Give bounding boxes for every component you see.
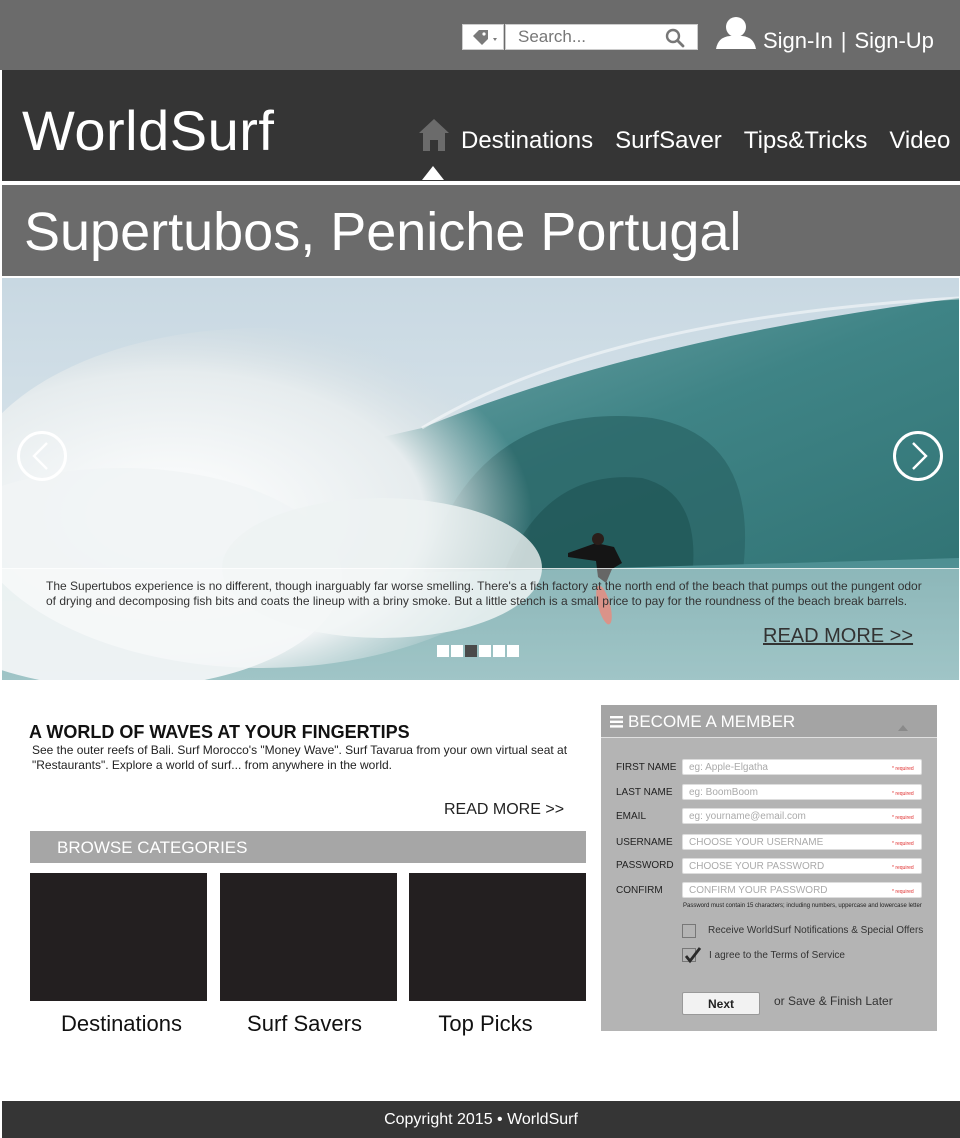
hero-slider: The Supertubos experience is no differen… [2, 278, 959, 680]
site-footer: Copyright 2015 • WorldSurf [2, 1101, 960, 1138]
sign-in-link[interactable]: Sign-In [763, 28, 833, 54]
intro-heading: A WORLD OF WAVES AT YOUR FINGERTIPS [29, 722, 410, 742]
slide-dot[interactable] [437, 645, 449, 657]
main-nav: Destinations SurfSaver Tips&Tricks Video [461, 127, 950, 155]
member-panel-header: BECOME A MEMBER [601, 705, 937, 738]
site-logo[interactable]: WorldSurf [22, 98, 274, 163]
home-icon[interactable] [418, 118, 450, 152]
auth-separator: | [840, 28, 847, 53]
notifications-checkbox[interactable] [682, 924, 696, 938]
collapse-icon[interactable] [898, 725, 908, 731]
browse-categories-title: BROWSE CATEGORIES [57, 838, 248, 857]
notifications-label: Receive WorldSurf Notifications & Specia… [708, 925, 924, 936]
auth-links: Sign-In | Sign-Up [763, 28, 934, 54]
search-icon[interactable] [665, 28, 685, 48]
member-signup-panel: BECOME A MEMBER FIRST NAME * required LA… [601, 705, 937, 1031]
intro-read-more-link[interactable]: READ MORE >> [444, 801, 564, 819]
slide-dot[interactable] [507, 645, 519, 657]
site-header: WorldSurf Destinations SurfSaver Tips&Tr… [2, 70, 960, 181]
title-bar: Supertubos, Peniche Portugal [2, 183, 960, 276]
terms-label: I agree to the Terms of Service [709, 950, 845, 961]
required-indicator: * required [892, 865, 914, 871]
save-finish-later-link[interactable]: or Save & Finish Later [774, 994, 893, 1008]
sign-up-link[interactable]: Sign-Up [854, 28, 933, 54]
username-field[interactable] [682, 834, 922, 850]
category-label-destinations[interactable]: Destinations [33, 1011, 210, 1037]
category-tile-destinations[interactable] [30, 873, 207, 1001]
user-icon [716, 17, 756, 49]
member-panel-title: BECOME A MEMBER [628, 712, 796, 731]
last-name-field[interactable] [682, 784, 922, 800]
email-label: EMAIL [616, 811, 647, 822]
search-box [505, 24, 698, 50]
terms-checkbox[interactable] [682, 947, 702, 964]
first-name-field[interactable] [682, 759, 922, 775]
email-field[interactable] [682, 808, 922, 824]
menu-icon [610, 716, 623, 728]
chevron-left-icon [32, 442, 48, 470]
confirm-password-label: CONFIRM [616, 885, 663, 896]
required-indicator: * required [892, 815, 914, 821]
page-title: Supertubos, Peniche Portugal [24, 202, 742, 262]
required-indicator: * required [892, 791, 914, 797]
password-requirements-note: Password must contain 15 characters; inc… [683, 903, 922, 909]
active-nav-indicator [422, 166, 444, 180]
slide-dot[interactable] [493, 645, 505, 657]
tag-filter-button[interactable] [462, 24, 504, 50]
checkmark-icon [684, 947, 702, 964]
username-label: USERNAME [616, 837, 673, 848]
category-label-surf-savers[interactable]: Surf Savers [216, 1011, 393, 1037]
next-button[interactable]: Next [682, 992, 760, 1015]
slide-dot[interactable] [479, 645, 491, 657]
required-indicator: * required [892, 766, 914, 772]
category-tile-top-picks[interactable] [409, 873, 586, 1001]
slide-dot[interactable] [465, 645, 477, 657]
category-tile-surf-savers[interactable] [220, 873, 397, 1001]
copyright-text: Copyright 2015 • WorldSurf [384, 1111, 578, 1128]
chevron-right-icon [912, 442, 928, 470]
tag-icon [473, 30, 497, 45]
confirm-password-field[interactable] [682, 882, 922, 898]
next-slide-button[interactable] [893, 431, 943, 481]
hero-read-more-link[interactable]: READ MORE >> [763, 625, 913, 648]
nav-destinations[interactable]: Destinations [461, 127, 593, 155]
slide-indicators [437, 645, 519, 657]
password-label: PASSWORD [616, 860, 674, 871]
top-utility-bar: Sign-In | Sign-Up [0, 0, 960, 70]
required-indicator: * required [892, 889, 914, 895]
slide-dot[interactable] [451, 645, 463, 657]
category-label-top-picks[interactable]: Top Picks [397, 1011, 574, 1037]
search-input[interactable] [506, 25, 666, 49]
last-name-label: LAST NAME [616, 787, 673, 798]
prev-slide-button[interactable] [17, 431, 67, 481]
password-field[interactable] [682, 858, 922, 874]
required-indicator: * required [892, 841, 914, 847]
browse-categories-header: BROWSE CATEGORIES [30, 831, 586, 863]
nav-video[interactable]: Video [889, 127, 950, 155]
nav-tips-tricks[interactable]: Tips&Tricks [744, 127, 868, 155]
first-name-label: FIRST NAME [616, 762, 677, 773]
intro-text: See the outer reefs of Bali. Surf Morocc… [32, 743, 568, 772]
nav-surfsaver[interactable]: SurfSaver [615, 127, 722, 155]
hero-caption: The Supertubos experience is no differen… [2, 568, 959, 680]
hero-caption-text: The Supertubos experience is no differen… [46, 579, 922, 608]
